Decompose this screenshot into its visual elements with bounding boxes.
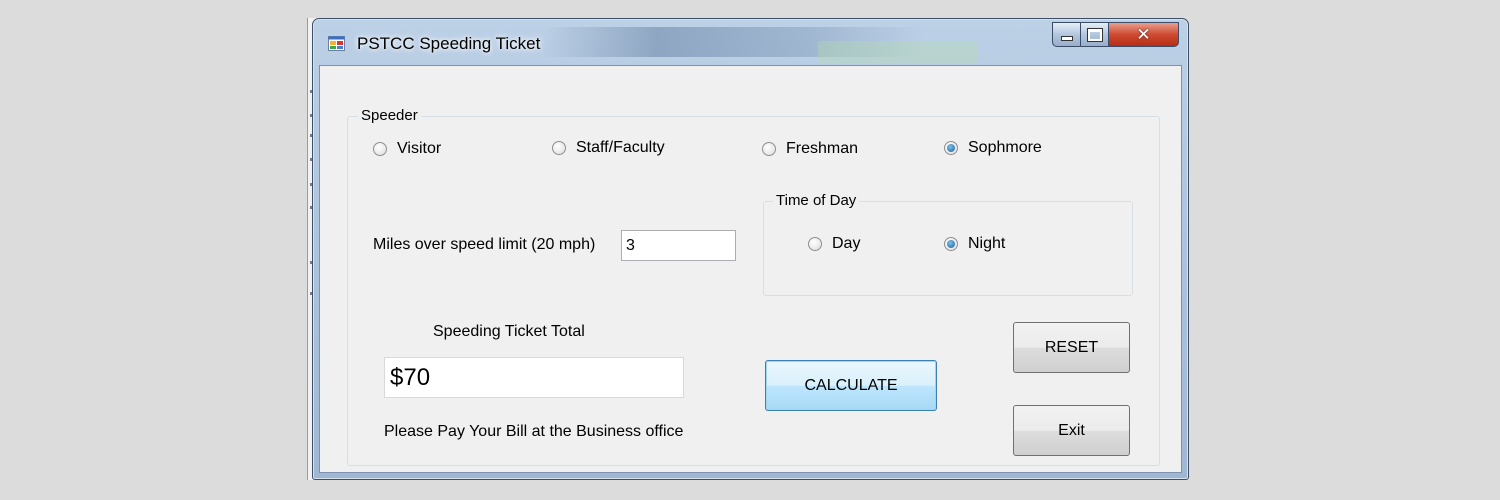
miles-over-value: 3: [626, 236, 635, 254]
radio-button-night[interactable]: [944, 237, 958, 251]
minimize-button[interactable]: [1052, 22, 1081, 47]
radio-button-staff-faculty[interactable]: [552, 141, 566, 155]
exit-button[interactable]: Exit: [1013, 405, 1130, 456]
ticket-total-value: $70: [390, 363, 431, 391]
form-client-area: Speeder Visitor Staff/Faculty Freshman S…: [319, 65, 1182, 473]
ticket-total-output: $70: [384, 357, 684, 398]
radio-label-sophmore: Sophmore: [968, 139, 1042, 156]
radio-label-staff-faculty: Staff/Faculty: [576, 139, 665, 156]
app-window: PSTCC Speeding Ticket ✕ Speeder Visitor …: [312, 18, 1189, 480]
miles-over-label: Miles over speed limit (20 mph): [373, 236, 596, 253]
maximize-icon: [1086, 27, 1103, 42]
minimize-icon: [1060, 36, 1073, 41]
radio-sophmore[interactable]: Sophmore: [944, 139, 1042, 157]
calculate-button[interactable]: CALCULATE: [765, 360, 937, 411]
title-bar-glass: [818, 41, 978, 63]
radio-label-freshman: Freshman: [786, 140, 859, 157]
radio-label-day: Day: [832, 235, 861, 252]
title-bar[interactable]: PSTCC Speeding Ticket ✕: [313, 19, 1188, 65]
radio-visitor[interactable]: Visitor: [373, 140, 441, 158]
speeder-group-label: Speeder: [358, 107, 421, 124]
close-button[interactable]: ✕: [1109, 22, 1179, 47]
radio-label-night: Night: [968, 235, 1006, 252]
app-form-icon: [328, 36, 345, 51]
close-icon: ✕: [1136, 24, 1151, 45]
radio-button-sophmore[interactable]: [944, 141, 958, 155]
caption-buttons: ✕: [1052, 22, 1179, 49]
reset-button[interactable]: RESET: [1013, 322, 1130, 373]
radio-day[interactable]: Day: [808, 235, 860, 253]
time-of-day-group-label: Time of Day: [773, 192, 860, 209]
radio-night[interactable]: Night: [944, 235, 1005, 253]
payment-message: Please Pay Your Bill at the Business off…: [384, 423, 684, 440]
window-title: PSTCC Speeding Ticket: [357, 34, 541, 53]
ticket-total-label: Speeding Ticket Total: [433, 323, 585, 340]
radio-freshman[interactable]: Freshman: [762, 140, 858, 158]
miles-over-input[interactable]: 3: [621, 230, 736, 261]
radio-button-day[interactable]: [808, 237, 822, 251]
radio-button-freshman[interactable]: [762, 142, 776, 156]
radio-button-visitor[interactable]: [373, 142, 387, 156]
radio-staff-faculty[interactable]: Staff/Faculty: [552, 139, 665, 157]
radio-label-visitor: Visitor: [397, 140, 442, 157]
maximize-button[interactable]: [1081, 22, 1109, 47]
